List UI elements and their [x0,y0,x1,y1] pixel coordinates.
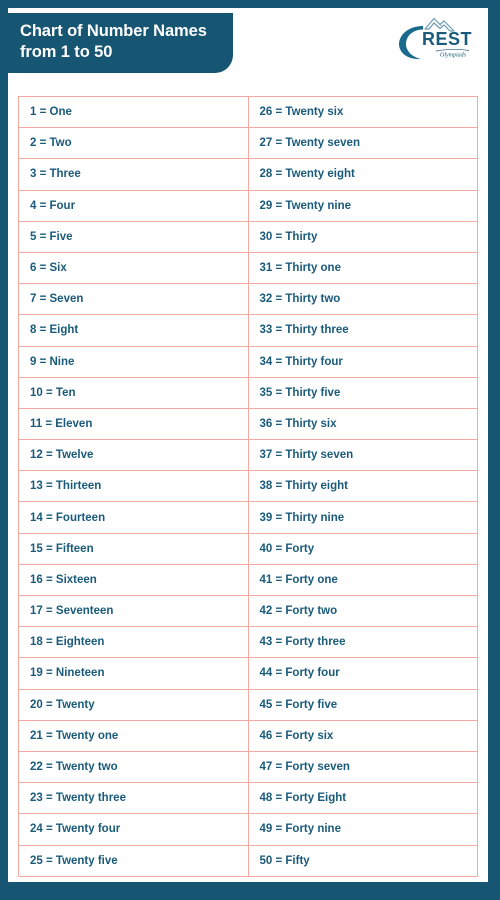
number-name-cell: 1 = One [18,95,249,129]
number-name-cell: 16 = Sixteen [18,563,249,597]
number-name-cell: 7 = Seven [18,283,249,316]
number-name-cell: 3 = Three [18,158,249,191]
number-name-cell: 49 = Forty nine [247,813,478,846]
number-name-cell: 47 = Forty seven [247,750,478,784]
number-name-cell: 4 = Four [18,189,249,222]
number-name-cell: 29 = Twenty nine [247,189,478,222]
number-name-cell: 37 = Thirty seven [247,439,478,472]
number-name-cell: 44 = Forty four [247,657,478,690]
svg-text:Olympiads: Olympiads [440,53,467,59]
number-name-cell: 2 = Two [18,127,249,160]
table-row: 14 = Fourteen 39 = Thirty nine [18,501,478,534]
number-name-cell: 23 = Twenty three [18,782,249,815]
number-name-cell: 42 = Forty two [247,594,478,628]
number-name-cell: 38 = Thirty eight [247,470,478,503]
number-name-cell: 18 = Eighteen [18,626,249,659]
number-name-cell: 34 = Thirty four [247,345,478,378]
svg-text:REST: REST [422,29,472,49]
table-row: 3 = Three 28 = Twenty eight [18,158,478,191]
table-row: 18 = Eighteen 43 = Forty three [18,626,478,659]
table-row: 21 = Twenty one 46 = Forty six [18,719,478,752]
number-name-cell: 24 = Twenty four [18,813,249,846]
table-row: 13 = Thirteen 38 = Thirty eight [18,470,478,503]
number-name-cell: 28 = Twenty eight [247,158,478,191]
number-name-cell: 12 = Twelve [18,439,249,472]
number-name-cell: 11 = Eleven [18,407,249,441]
page-title-line-1: Chart of Number Names [20,22,207,40]
number-name-cell: 17 = Seventeen [18,594,249,628]
number-name-cell: 39 = Thirty nine [247,501,478,534]
number-name-cell: 13 = Thirteen [18,470,249,503]
number-name-cell: 6 = Six [18,251,249,285]
table-row: 10 = Ten 35 = Thirty five [18,376,478,409]
table-row: 20 = Twenty 45 = Forty five [18,688,478,721]
table-row: 24 = Twenty four 49 = Forty nine [18,813,478,846]
table-row: 23 = Twenty three 48 = Forty Eight [18,782,478,815]
table-row: 11 = Eleven 36 = Thirty six [18,407,478,441]
table-row: 22 = Twenty two 47 = Forty seven [18,750,478,784]
table-row: 16 = Sixteen 41 = Forty one [18,563,478,597]
number-names-table: 1 = One 26 = Twenty six 2 = Two 27 = Twenty… [18,95,478,877]
number-name-cell: 27 = Twenty seven [247,127,478,160]
table-row: 7 = Seven 32 = Thirty two [18,283,478,316]
number-name-cell: 15 = Fifteen [18,532,249,565]
number-name-cell: 10 = Ten [18,376,249,409]
table-row: 5 = Five 30 = Thirty [18,220,478,253]
number-name-cell: 14 = Fourteen [18,501,249,534]
table-row: 2 = Two 27 = Twenty seven [18,127,478,160]
page-root: Chart of Number Names from 1 to 50 REST … [0,0,500,900]
number-name-cell: 35 = Thirty five [247,376,478,409]
number-name-cell: 19 = Nineteen [18,657,249,690]
number-names-table-container: 1 = One 26 = Twenty six 2 = Two 27 = Twenty… [18,95,478,877]
number-name-cell: 20 = Twenty [18,688,249,721]
number-name-cell: 41 = Forty one [247,563,478,597]
table-row: 12 = Twelve 37 = Thirty seven [18,439,478,472]
number-name-cell: 32 = Thirty two [247,283,478,316]
table-row: 4 = Four 29 = Twenty nine [18,189,478,222]
table-row: 8 = Eight 33 = Thirty three [18,314,478,347]
table-row: 17 = Seventeen 42 = Forty two [18,594,478,628]
table-row: 9 = Nine 34 = Thirty four [18,345,478,378]
table-row: 25 = Twenty five 50 = Fifty [18,844,478,877]
table-row: 6 = Six 31 = Thirty one [18,251,478,285]
table-row: 19 = Nineteen 44 = Forty four [18,657,478,690]
number-name-cell: 40 = Forty [247,532,478,565]
number-name-cell: 5 = Five [18,220,249,253]
content-sheet: Chart of Number Names from 1 to 50 REST … [0,8,488,882]
number-name-cell: 25 = Twenty five [18,844,249,877]
page-title: Chart of Number Names from 1 to 50 [0,13,233,74]
number-name-cell: 36 = Thirty six [247,407,478,441]
table-row: 15 = Fifteen 40 = Forty [18,532,478,565]
number-name-cell: 22 = Twenty two [18,750,249,784]
number-name-cell: 9 = Nine [18,345,249,378]
number-name-cell: 50 = Fifty [247,844,478,877]
number-name-cell: 26 = Twenty six [247,95,478,129]
number-name-cell: 43 = Forty three [247,626,478,659]
number-name-cell: 21 = Twenty one [18,719,249,752]
number-name-cell: 45 = Forty five [247,688,478,721]
number-name-cell: 33 = Thirty three [247,314,478,347]
number-name-cell: 46 = Forty six [247,719,478,752]
table-row: 1 = One 26 = Twenty six [18,95,478,129]
page-title-line-2: from 1 to 50 [20,43,113,62]
number-name-cell: 30 = Thirty [247,220,478,253]
crest-olympiads-logo: REST Olympiads [394,14,480,64]
number-name-cell: 31 = Thirty one [247,251,478,285]
number-name-cell: 48 = Forty Eight [247,782,478,815]
number-name-cell: 8 = Eight [18,314,249,347]
page-header: Chart of Number Names from 1 to 50 REST … [0,8,488,88]
